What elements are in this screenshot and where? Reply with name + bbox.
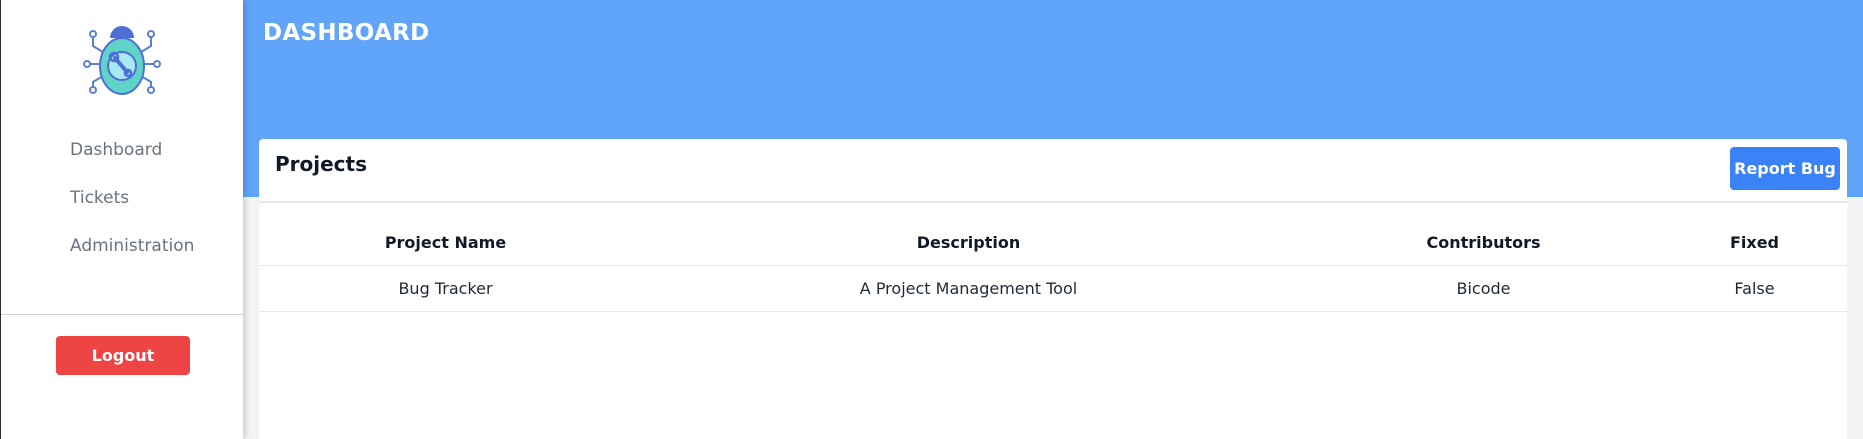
projects-title: Projects [275, 152, 368, 176]
projects-panel: Projects Report Bug Project Name Descrip… [259, 139, 1847, 439]
column-header-fixed[interactable]: Fixed [1662, 221, 1847, 266]
report-bug-button[interactable]: Report Bug [1730, 147, 1840, 190]
sidebar-item-dashboard[interactable]: Dashboard [1, 136, 243, 184]
projects-table: Project Name Description Contributors Fi… [259, 221, 1847, 312]
app: Dashboard Tickets Administration Logout … [0, 0, 1863, 439]
sidebar-divider [1, 314, 243, 315]
cell-contributors: Bicode [1305, 265, 1662, 312]
page-title: DASHBOARD [263, 20, 430, 46]
cell-description: A Project Management Tool [632, 265, 1305, 312]
sidebar-nav: Dashboard Tickets Administration [1, 136, 243, 280]
sidebar-item-tickets[interactable]: Tickets [1, 184, 243, 232]
sidebar: Dashboard Tickets Administration Logout [0, 0, 243, 439]
table-row[interactable]: Bug Tracker A Project Management Tool Bi… [259, 265, 1847, 312]
table-header-row: Project Name Description Contributors Fi… [259, 221, 1847, 266]
logout-button[interactable]: Logout [56, 336, 190, 375]
sidebar-item-administration[interactable]: Administration [1, 232, 243, 280]
column-header-contributors[interactable]: Contributors [1305, 221, 1662, 266]
bug-wrench-logo-icon[interactable] [81, 22, 163, 98]
column-header-description[interactable]: Description [632, 221, 1305, 266]
projects-panel-header: Projects Report Bug [259, 139, 1847, 203]
cell-fixed: False [1662, 265, 1847, 312]
cell-project-name: Bug Tracker [259, 265, 632, 312]
column-header-project-name[interactable]: Project Name [259, 221, 632, 266]
